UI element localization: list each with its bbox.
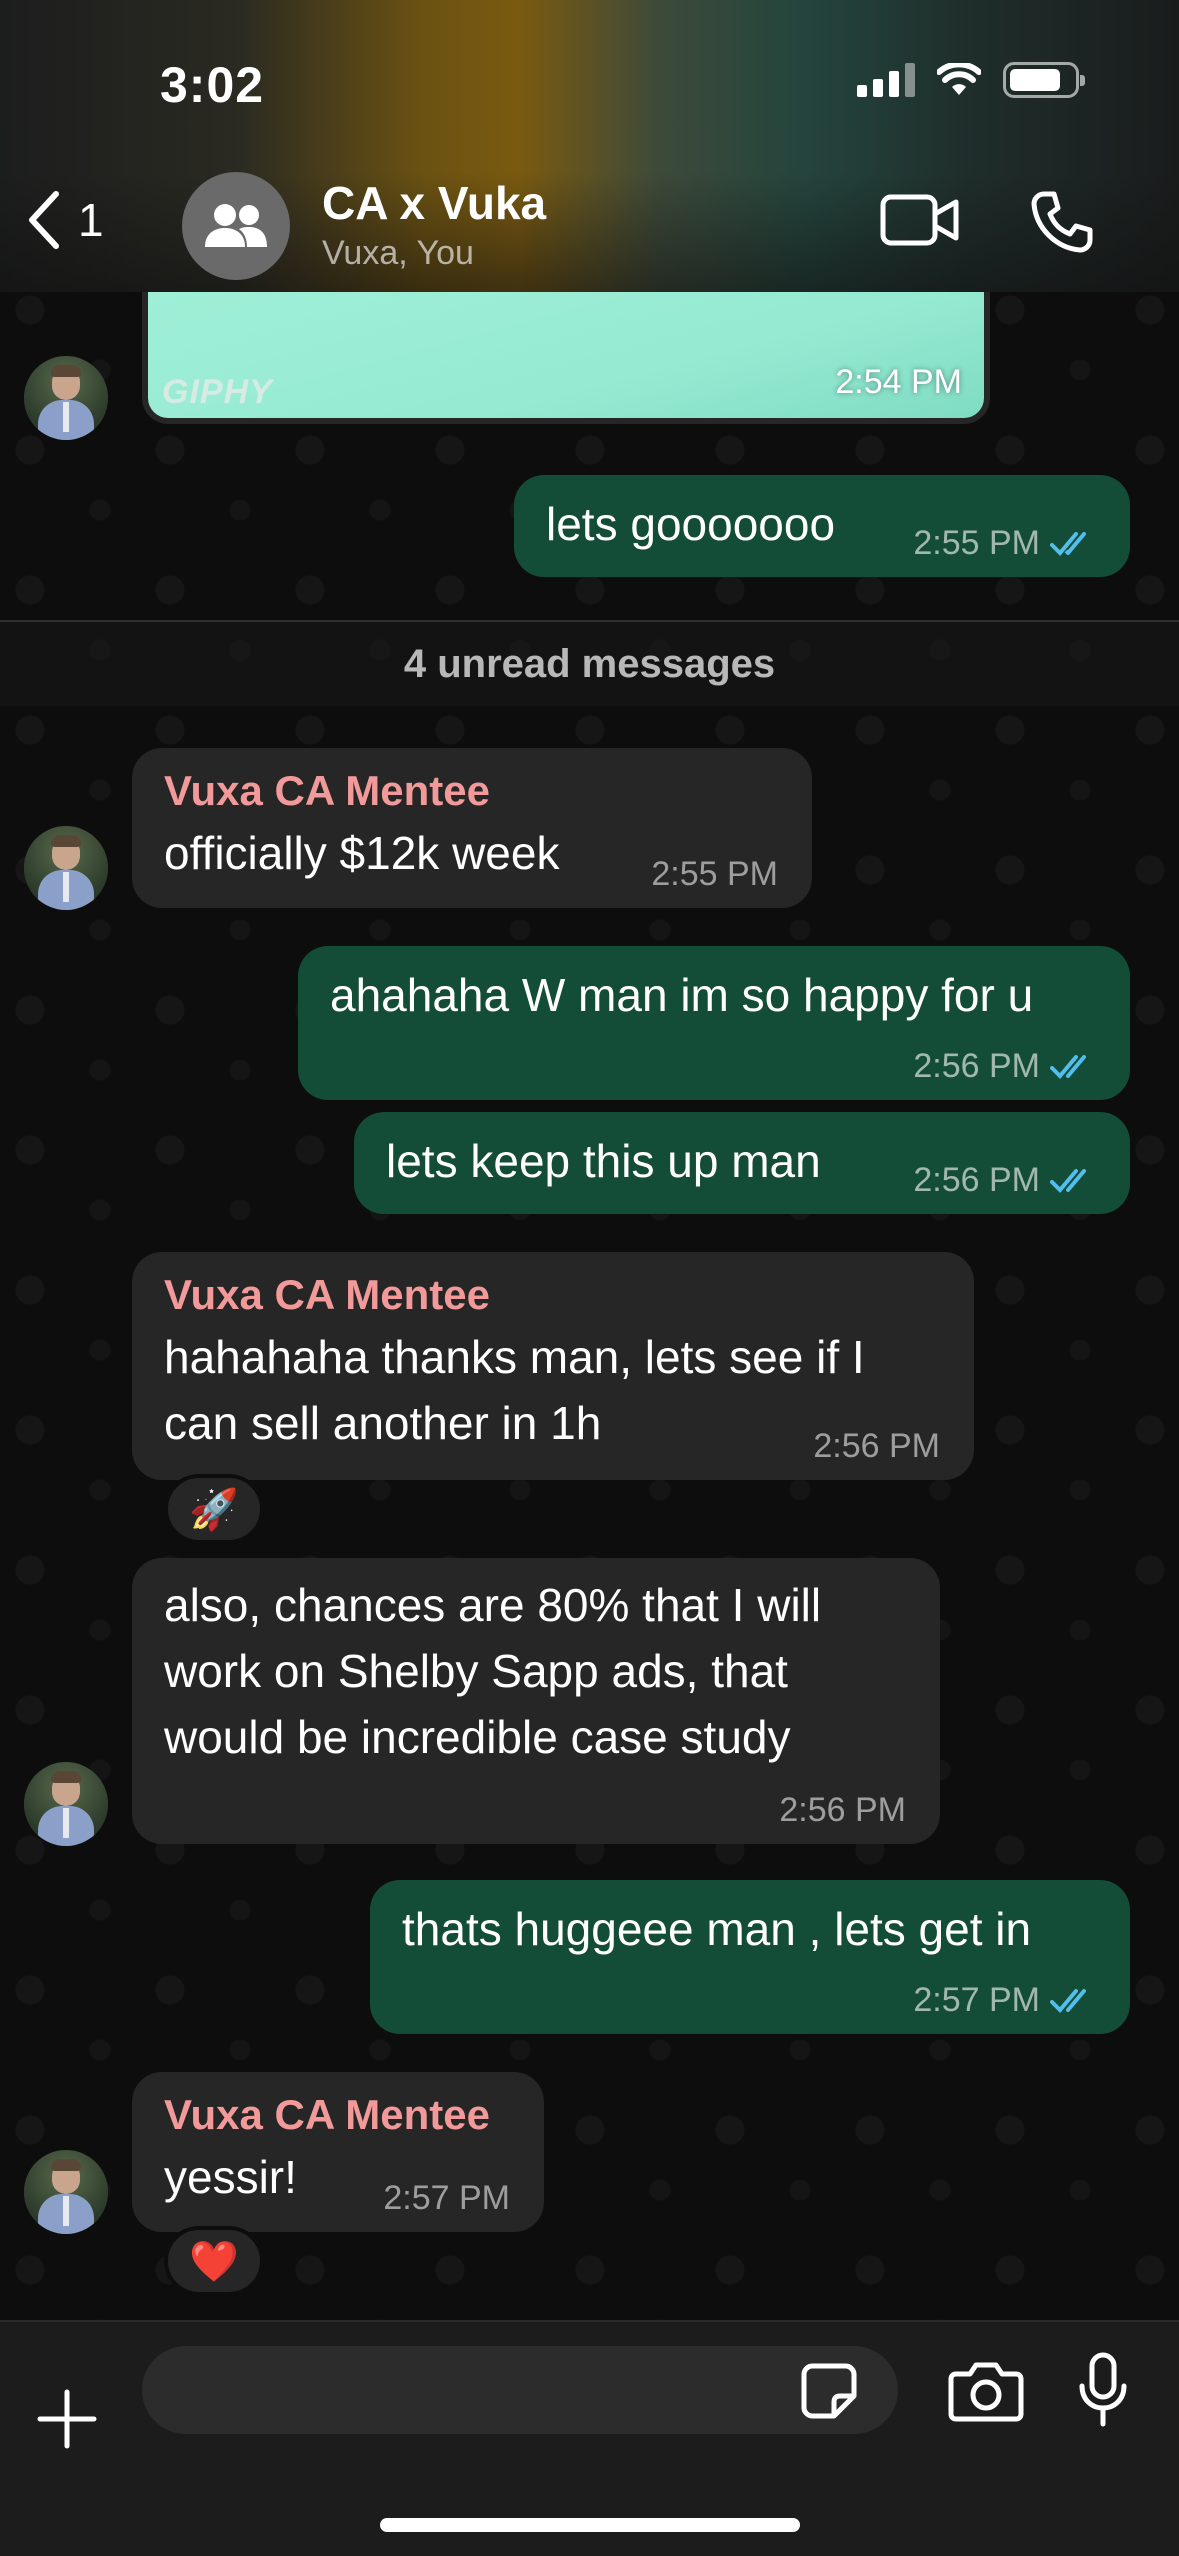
sender-avatar[interactable] xyxy=(24,356,108,440)
battery-icon xyxy=(1003,62,1085,98)
voice-message-button[interactable] xyxy=(1078,2352,1128,2433)
group-avatar[interactable] xyxy=(182,172,290,280)
sticker-icon xyxy=(801,2363,857,2419)
read-receipt-icon xyxy=(1050,1054,1086,1079)
back-chevron-icon xyxy=(29,191,59,249)
message-time: 2:57 PM xyxy=(383,2179,510,2217)
video-call-button[interactable] xyxy=(880,192,960,253)
sender-name[interactable]: Vuxa CA Mentee xyxy=(164,2086,512,2144)
plus-icon xyxy=(37,2389,97,2449)
message-bubble-outgoing[interactable]: lets gooooooo 2:55 PM xyxy=(514,475,1130,577)
message-time: 2:57 PM xyxy=(913,1981,1040,2019)
message-time: 2:55 PM xyxy=(651,855,778,893)
phone-icon xyxy=(1031,191,1093,253)
back-unread-count: 1 xyxy=(78,194,104,246)
message-text: ahahaha W man im so happy for u xyxy=(330,969,1034,1021)
message-bubble-outgoing[interactable]: ahahaha W man im so happy for u 2:56 PM xyxy=(298,946,1130,1100)
sender-avatar[interactable] xyxy=(24,826,108,910)
message-bubble-incoming[interactable]: Vuxa CA Mentee officially $12k week 2:55… xyxy=(132,748,812,908)
message-time: 2:56 PM xyxy=(813,1427,940,1465)
video-icon xyxy=(880,194,959,246)
message-text-line: also, chances are 80% that I will xyxy=(164,1579,822,1631)
message-text-line: work on Shelby Sapp ads, that xyxy=(164,1645,788,1697)
unread-divider: 4 unread messages xyxy=(0,620,1179,706)
camera-icon xyxy=(948,2362,1024,2422)
read-receipt-icon xyxy=(1050,1168,1086,1193)
message-bubble-outgoing[interactable]: thats huggeee man , lets get in 2:57 PM xyxy=(370,1880,1130,2034)
camera-button[interactable] xyxy=(948,2360,1024,2427)
back-button[interactable]: 1 xyxy=(24,190,104,250)
message-time: 2:56 PM xyxy=(913,1161,1040,1199)
message-time: 2:56 PM xyxy=(779,1791,906,1829)
voice-call-button[interactable] xyxy=(1030,190,1094,259)
sender-name[interactable]: Vuxa CA Mentee xyxy=(164,762,780,820)
read-receipt-icon xyxy=(1050,1988,1086,2013)
gif-message[interactable]: GIPHY 2:54 PM xyxy=(142,292,990,424)
message-input[interactable] xyxy=(142,2346,898,2434)
giphy-logo: GIPHY xyxy=(162,373,273,411)
chat-participants: Vuxa, You xyxy=(322,234,474,272)
message-time: 2:55 PM xyxy=(913,524,1040,562)
message-text: thats huggeee man , lets get in xyxy=(402,1903,1032,1955)
sender-avatar[interactable] xyxy=(24,2150,108,2234)
sticker-button[interactable] xyxy=(800,2362,858,2425)
status-icons xyxy=(857,62,1085,98)
rocket-emoji-icon: 🚀 xyxy=(189,1487,239,1532)
message-time: 2:54 PM xyxy=(835,363,962,401)
sender-name[interactable]: Vuxa CA Mentee xyxy=(164,1266,942,1324)
message-bubble-outgoing[interactable]: lets keep this up man 2:56 PM xyxy=(354,1112,1130,1214)
read-receipt-icon xyxy=(1050,531,1086,556)
chat-title[interactable]: CA x Vuka xyxy=(322,176,546,230)
message-bubble-incoming[interactable]: Vuxa CA Mentee yessir! 2:57 PM xyxy=(132,2072,544,2232)
status-time: 3:02 xyxy=(160,57,265,113)
sender-avatar[interactable] xyxy=(24,1762,108,1846)
heart-emoji-icon: ❤️ xyxy=(189,2239,239,2284)
message-time: 2:56 PM xyxy=(913,1047,1040,1085)
reaction-badge[interactable]: ❤️ xyxy=(164,2226,264,2296)
signal-icon xyxy=(857,63,915,97)
message-text-line: would be incredible case study xyxy=(164,1711,791,1763)
wifi-icon xyxy=(937,63,981,95)
message-text-line: hahahaha thanks man, lets see if I xyxy=(164,1331,865,1383)
chat-header xyxy=(0,0,1179,292)
group-icon xyxy=(205,204,267,247)
attach-button[interactable] xyxy=(36,2388,98,2455)
home-indicator[interactable] xyxy=(380,2518,800,2532)
message-bubble-incoming[interactable]: Vuxa CA Mentee hahahaha thanks man, lets… xyxy=(132,1252,974,1480)
message-bubble-incoming[interactable]: also, chances are 80% that I will work o… xyxy=(132,1558,940,1844)
reaction-badge[interactable]: 🚀 xyxy=(164,1474,264,1544)
microphone-icon xyxy=(1079,2352,1127,2427)
